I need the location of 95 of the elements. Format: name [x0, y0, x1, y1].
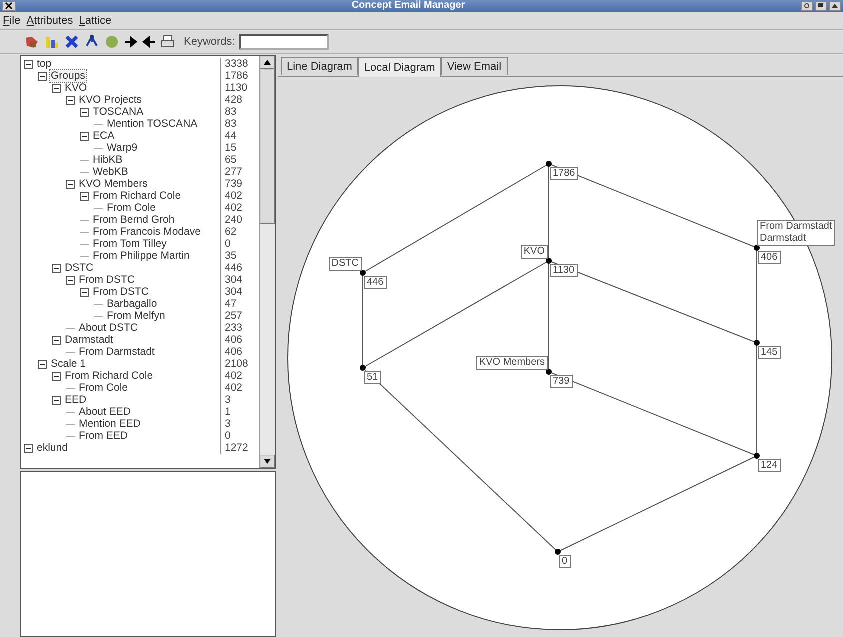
tree-item[interactable]: About DSTC [78, 322, 139, 334]
down-arrow-icon [264, 459, 271, 464]
up-arrow-icon [264, 60, 271, 65]
collapse-icon[interactable] [80, 288, 89, 296]
collapse-icon[interactable] [66, 276, 75, 284]
tree-item[interactable]: From Cole [78, 382, 130, 394]
tab[interactable]: Local Diagram [358, 57, 442, 77]
concept-node[interactable] [360, 365, 366, 371]
minimize-icon[interactable] [801, 1, 813, 11]
concept-node[interactable] [546, 369, 552, 375]
count-label: 1130 [550, 264, 578, 277]
collapse-icon[interactable] [66, 96, 75, 104]
collapse-icon[interactable] [80, 108, 89, 116]
tree-item[interactable]: KVO [64, 82, 88, 94]
keywords-field[interactable] [239, 34, 330, 50]
tree-item[interactable]: Scale 1 [50, 358, 88, 370]
right-arrow-icon[interactable] [124, 34, 138, 50]
tab[interactable]: View Email [441, 57, 508, 75]
concept-node[interactable] [754, 453, 760, 459]
tree-item[interactable]: From Cole [106, 202, 158, 214]
left-arrow-icon[interactable] [142, 34, 156, 50]
menu-item[interactable]: File [3, 14, 21, 26]
concept-node[interactable] [754, 340, 760, 346]
concept-node[interactable] [546, 161, 552, 167]
tree-item[interactable]: Barbagallo [106, 298, 158, 310]
tree-item[interactable]: KVO Members [78, 178, 149, 190]
count-label: 406 [758, 251, 781, 264]
scroll-thumb[interactable] [260, 69, 275, 224]
tree-item[interactable]: From Melfyn [106, 310, 166, 322]
tree-item[interactable]: Groups [50, 70, 86, 82]
tree-item[interactable]: About EED [78, 406, 132, 418]
collapse-icon[interactable] [24, 444, 33, 452]
tree-item[interactable]: From Bernd Groh [92, 214, 176, 226]
tree-item[interactable]: HibKB [92, 154, 124, 166]
tab[interactable]: Line Diagram [281, 57, 358, 75]
printer-icon[interactable] [160, 34, 176, 50]
close-icon[interactable] [2, 1, 16, 11]
tree-item[interactable]: Mention TOSCANA [106, 118, 199, 130]
attribute-label: DSTC [328, 257, 362, 271]
tree-item[interactable]: eklund [36, 442, 69, 454]
attribute-label: KVO [520, 245, 548, 259]
shade-icon[interactable] [829, 1, 841, 11]
collapse-icon[interactable] [52, 396, 61, 404]
collapse-icon[interactable] [80, 132, 89, 140]
collapse-icon[interactable] [80, 192, 89, 200]
scroll-up-button[interactable] [260, 56, 275, 69]
tree-item[interactable]: top [36, 58, 53, 70]
concept-node[interactable] [754, 245, 760, 251]
tree-item[interactable]: From Darmstadt [78, 346, 156, 358]
tree-item[interactable]: From DSTC [78, 274, 136, 286]
tree-item[interactable]: KVO Projects [78, 94, 144, 106]
attribute-label: KVO Members [476, 356, 548, 370]
tree-item[interactable]: From EED [78, 430, 130, 442]
cross-icon[interactable] [64, 34, 80, 50]
attribute-label: From Darmstadt Darmstadt [757, 220, 836, 246]
tree-item[interactable]: Mention EED [78, 418, 142, 430]
collapse-icon[interactable] [52, 372, 61, 380]
tree-item[interactable]: From Richard Cole [64, 370, 154, 382]
tree-item[interactable]: From Francois Modave [92, 226, 202, 238]
collapse-icon[interactable] [52, 336, 61, 344]
concept-node[interactable] [360, 270, 366, 276]
scroll-down-button[interactable] [260, 455, 275, 468]
tree-item[interactable]: From DSTC [92, 286, 150, 298]
tree-item[interactable]: DSTC [64, 262, 95, 274]
menu-item[interactable]: Lattice [79, 14, 112, 26]
tree-item[interactable]: EED [64, 394, 88, 406]
collapse-icon[interactable] [66, 180, 75, 188]
collapse-icon[interactable] [52, 264, 61, 272]
count-label: 124 [758, 459, 781, 472]
tree-item[interactable]: From Philippe Martin [92, 250, 191, 262]
tree-icon[interactable] [84, 34, 100, 50]
count-label: 446 [364, 276, 387, 289]
tree-item[interactable]: From Richard Cole [92, 190, 182, 202]
tree-item[interactable]: Darmstadt [64, 334, 114, 346]
scrollbar[interactable] [259, 56, 275, 468]
tree-item[interactable]: ECA [92, 130, 116, 142]
tree-item[interactable]: WebKB [92, 166, 130, 178]
collapse-icon[interactable] [38, 360, 47, 368]
keywords-label: Keywords: [184, 36, 236, 48]
window-title: Concept Email Manager [350, 0, 466, 12]
count-label: 739 [550, 375, 573, 388]
count-label: 145 [758, 346, 781, 359]
tree-item[interactable]: From Tom Tilley [92, 238, 168, 250]
count-label: 0 [559, 555, 571, 568]
menu-item[interactable]: Attributes [26, 14, 74, 26]
tree-item[interactable]: TOSCANA [92, 106, 145, 118]
maximize-icon[interactable] [815, 1, 827, 11]
concept-node[interactable] [555, 549, 561, 555]
count-label: 51 [364, 371, 382, 384]
collapse-icon[interactable] [52, 84, 61, 92]
collapse-icon[interactable] [24, 60, 33, 68]
count-label: 1786 [550, 167, 578, 180]
collapse-icon[interactable] [38, 72, 47, 80]
concept-node[interactable] [546, 258, 552, 264]
tree-item[interactable]: Warp9 [106, 142, 139, 154]
